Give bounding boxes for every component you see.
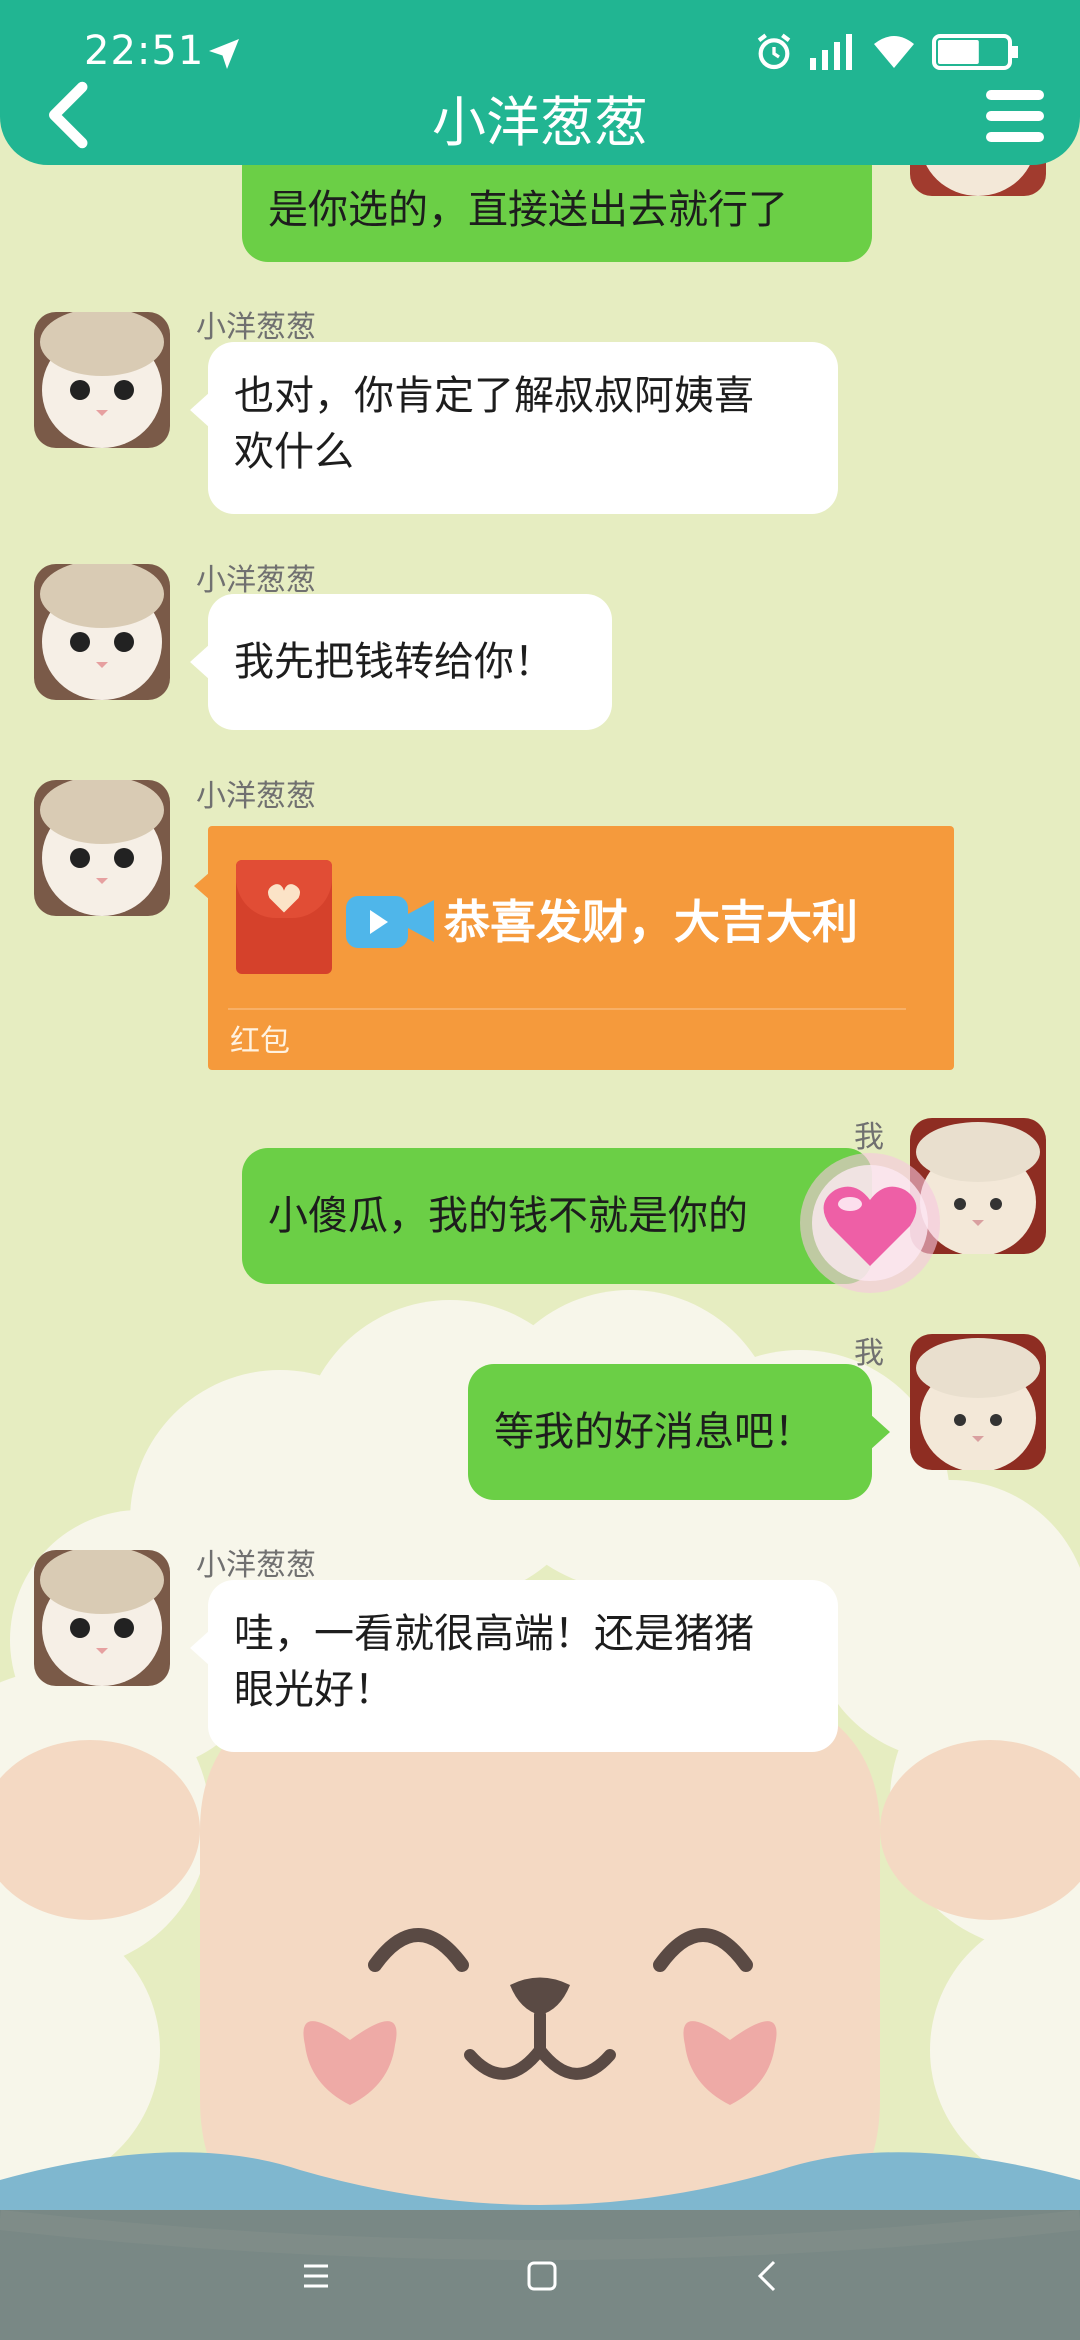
message-text-line: 哇，一看就很高端！还是猪猪 bbox=[234, 1611, 754, 1657]
sender-name: 小洋葱葱 bbox=[196, 310, 316, 345]
message-bubble-incoming[interactable]: 我先把钱转给你！ bbox=[190, 594, 612, 730]
message-text: 是你选的，直接送出去就行了 bbox=[268, 187, 788, 233]
status-icons bbox=[754, 30, 1022, 74]
message-text: 小傻瓜，我的钱不就是你的 bbox=[268, 1193, 748, 1239]
battery-icon bbox=[932, 34, 1018, 70]
message-bubble-outgoing[interactable]: 小傻瓜，我的钱不就是你的 bbox=[242, 1148, 890, 1284]
alarm-icon bbox=[757, 33, 791, 70]
red-packet-label: 红包 bbox=[230, 1024, 290, 1059]
red-envelope-icon bbox=[236, 860, 332, 974]
home-button[interactable] bbox=[514, 2248, 570, 2304]
sender-name: 小洋葱葱 bbox=[196, 1548, 316, 1583]
message-text: 等我的好消息吧！ bbox=[494, 1409, 814, 1455]
message-text: 我先把钱转给你！ bbox=[234, 639, 554, 685]
heart-bubble-effect-icon bbox=[800, 1153, 940, 1293]
red-packet-divider bbox=[228, 1008, 906, 1010]
back-nav-button[interactable] bbox=[740, 2248, 796, 2304]
message-text-line: 眼光好！ bbox=[234, 1667, 394, 1713]
signal-icon bbox=[810, 34, 852, 70]
sender-name: 小洋葱葱 bbox=[196, 779, 316, 814]
video-camera-icon bbox=[346, 896, 434, 948]
contact-avatar[interactable] bbox=[34, 1550, 170, 1686]
chat-title: 小洋葱葱 bbox=[432, 91, 648, 154]
message-bubble-incoming[interactable]: 也对，你肯定了解叔叔阿姨喜 欢什么 bbox=[190, 342, 838, 514]
contact-avatar[interactable] bbox=[34, 312, 170, 448]
sender-name: 我 bbox=[854, 1336, 884, 1371]
chat-header: 22:51 小洋葱葱 bbox=[0, 0, 1080, 165]
message-bubble-incoming[interactable]: 哇，一看就很高端！还是猪猪 眼光好！ bbox=[190, 1580, 838, 1752]
message-text-line: 也对，你肯定了解叔叔阿姨喜 bbox=[234, 373, 754, 419]
my-avatar[interactable] bbox=[910, 1334, 1046, 1470]
wifi-icon bbox=[874, 36, 914, 68]
system-navigation-bar bbox=[0, 2210, 1080, 2340]
recent-apps-button[interactable] bbox=[288, 2248, 344, 2304]
red-packet-greeting: 恭喜发财，大吉大利 bbox=[444, 895, 858, 949]
location-arrow-icon bbox=[209, 39, 239, 69]
message-bubble-outgoing[interactable]: 等我的好消息吧！ bbox=[468, 1364, 890, 1500]
sender-name: 小洋葱葱 bbox=[196, 563, 316, 598]
message-text-line: 欢什么 bbox=[234, 429, 354, 475]
status-time: 22:51 bbox=[84, 28, 205, 74]
menu-icon[interactable] bbox=[984, 88, 1046, 144]
contact-avatar[interactable] bbox=[34, 564, 170, 700]
contact-avatar[interactable] bbox=[34, 780, 170, 916]
red-packet-message[interactable]: 恭喜发财，大吉大利 红包 bbox=[194, 826, 954, 1070]
